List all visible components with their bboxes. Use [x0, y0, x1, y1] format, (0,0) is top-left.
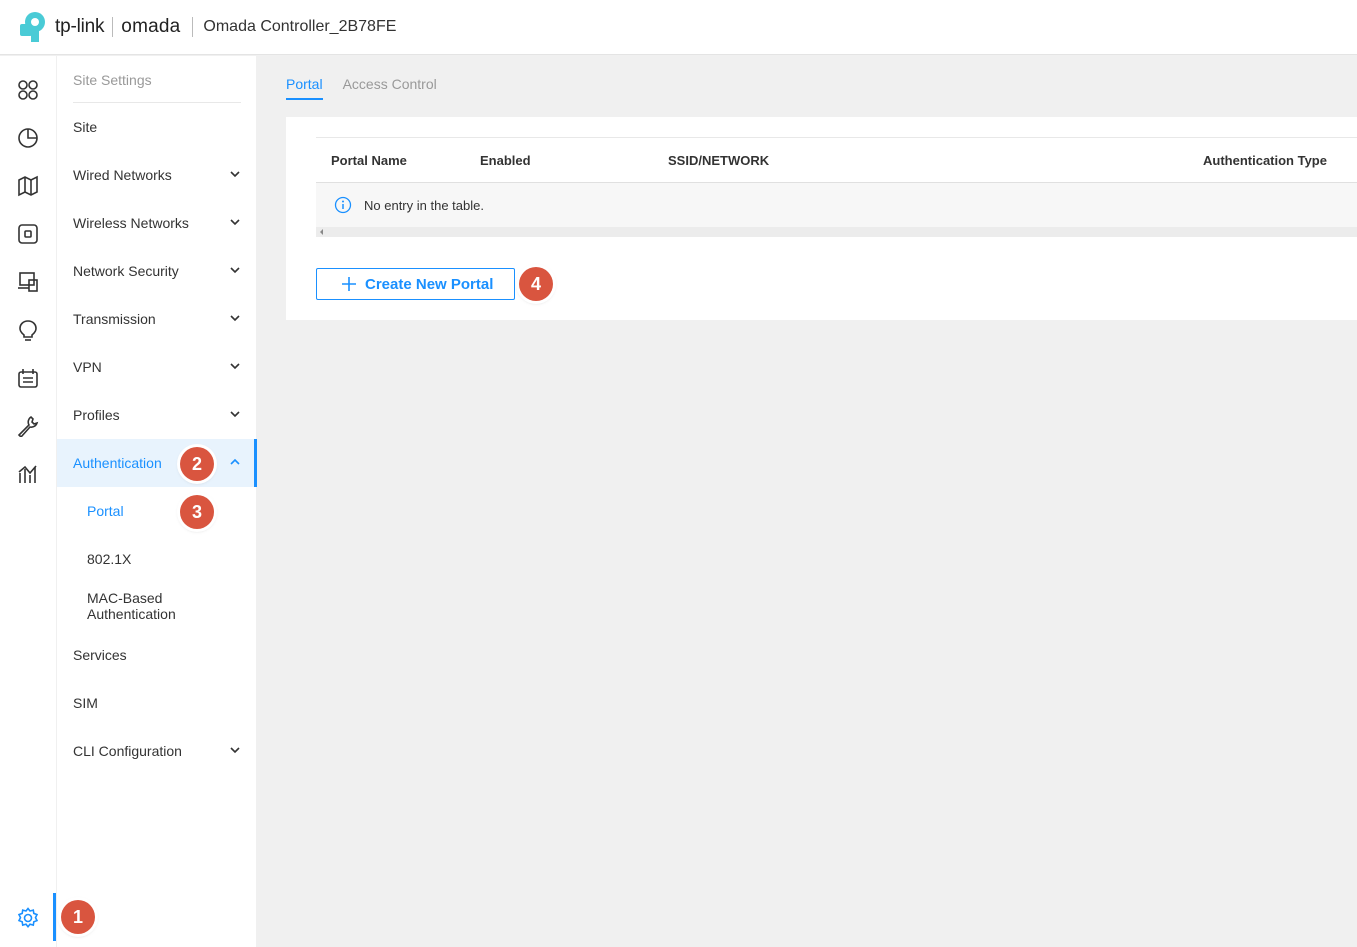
chevron-down-icon: [230, 267, 240, 274]
nav-subitem-label-line2: Authentication: [87, 606, 176, 622]
step-badge-4: 4: [519, 267, 553, 301]
nav-item-label: Wired Networks: [73, 167, 172, 183]
nav-item-label: Authentication: [73, 455, 162, 471]
devices-icon[interactable]: [14, 220, 42, 248]
header-divider: [192, 17, 194, 37]
nav-item-label: Site: [73, 119, 98, 135]
nav-item-label: Network Security: [73, 263, 179, 279]
step-badge-3: 3: [180, 495, 214, 529]
tab-access-control[interactable]: Access Control: [343, 76, 437, 100]
step-badge-2: 2: [180, 447, 214, 481]
nav-item-site[interactable]: Site: [57, 103, 257, 151]
statistics-icon[interactable]: [14, 124, 42, 152]
column-header-authentication-type[interactable]: Authentication Type: [1203, 153, 1327, 168]
tab-portal[interactable]: Portal: [286, 76, 323, 100]
top-header: tp-link omada Omada Controller_2B78FE: [0, 0, 1357, 55]
empty-message: No entry in the table.: [364, 197, 484, 213]
column-header-enabled[interactable]: Enabled: [480, 153, 531, 168]
nav-item-transmission[interactable]: Transmission: [57, 295, 257, 343]
reports-icon[interactable]: [14, 460, 42, 488]
scroll-left-arrow-icon[interactable]: [320, 229, 323, 235]
dashboard-icon[interactable]: [14, 76, 42, 104]
content-tabs: Portal Access Control: [286, 76, 457, 100]
plus-icon: [342, 277, 356, 291]
map-icon[interactable]: [14, 172, 42, 200]
header-divider: [112, 17, 114, 37]
nav-item-vpn[interactable]: VPN: [57, 343, 257, 391]
site-settings-nav: Site Settings Site Wired Networks Wirele…: [56, 56, 257, 947]
nav-item-label: CLI Configuration: [73, 743, 182, 759]
chevron-down-icon: [230, 363, 240, 370]
nav-subitem-portal[interactable]: Portal: [57, 487, 257, 535]
chevron-down-icon: [230, 411, 240, 418]
product-name: omada: [121, 16, 181, 37]
nav-item-cli-configuration[interactable]: CLI Configuration: [57, 727, 257, 775]
chevron-down-icon: [230, 315, 240, 322]
nav-item-label: Services: [73, 647, 127, 663]
nav-subitem-802-1x[interactable]: 802.1X: [57, 535, 257, 583]
nav-item-wired-networks[interactable]: Wired Networks: [57, 151, 257, 199]
nav-item-profiles[interactable]: Profiles: [57, 391, 257, 439]
column-header-portal-name[interactable]: Portal Name: [331, 153, 407, 168]
controller-name[interactable]: Omada Controller_2B78FE: [203, 18, 396, 36]
insight-icon[interactable]: [14, 316, 42, 344]
nav-item-label: SIM: [73, 695, 98, 711]
nav-item-label: Wireless Networks: [73, 215, 189, 231]
nav-item-services[interactable]: Services: [57, 631, 257, 679]
icon-rail: [0, 56, 56, 947]
table-header: Portal Name Enabled SSID/NETWORK Authent…: [316, 137, 1357, 183]
nav-subitem-label: MAC-Based Authentication: [87, 590, 176, 622]
nav-subitem-label: Portal: [87, 503, 124, 519]
nav-item-authentication[interactable]: Authentication: [57, 439, 257, 487]
clients-icon[interactable]: [14, 268, 42, 296]
brand-name: tp-link: [55, 16, 105, 37]
nav-item-wireless-networks[interactable]: Wireless Networks: [57, 199, 257, 247]
tp-link-logo-icon: [19, 10, 53, 44]
nav-subitem-mac-based-authentication[interactable]: MAC-Based Authentication: [57, 583, 257, 629]
nav-item-label: Profiles: [73, 407, 120, 423]
nav-item-network-security[interactable]: Network Security: [57, 247, 257, 295]
chevron-up-icon: [230, 458, 240, 465]
tools-icon[interactable]: [14, 412, 42, 440]
logs-icon[interactable]: [14, 364, 42, 392]
create-new-portal-button[interactable]: Create New Portal: [316, 268, 515, 300]
nav-subitem-label-line1: MAC-Based: [87, 590, 163, 606]
chevron-down-icon: [230, 747, 240, 754]
nav-item-sim[interactable]: SIM: [57, 679, 257, 727]
info-icon: [334, 196, 352, 214]
settings-gear-icon[interactable]: [14, 904, 42, 932]
nav-item-label: Transmission: [73, 311, 156, 327]
nav-title: Site Settings: [73, 72, 152, 88]
chevron-down-icon: [230, 171, 240, 178]
table-empty-row: No entry in the table.: [316, 183, 1357, 227]
column-header-ssid-network[interactable]: SSID/NETWORK: [668, 153, 769, 168]
nav-subitem-label: 802.1X: [87, 551, 132, 567]
chevron-down-icon: [230, 219, 240, 226]
nav-item-label: VPN: [73, 359, 102, 375]
step-badge-1: 1: [61, 900, 95, 934]
horizontal-scrollbar[interactable]: [316, 227, 1357, 237]
portal-panel: Portal Name Enabled SSID/NETWORK Authent…: [286, 117, 1357, 320]
create-new-portal-label: Create New Portal: [365, 275, 494, 293]
